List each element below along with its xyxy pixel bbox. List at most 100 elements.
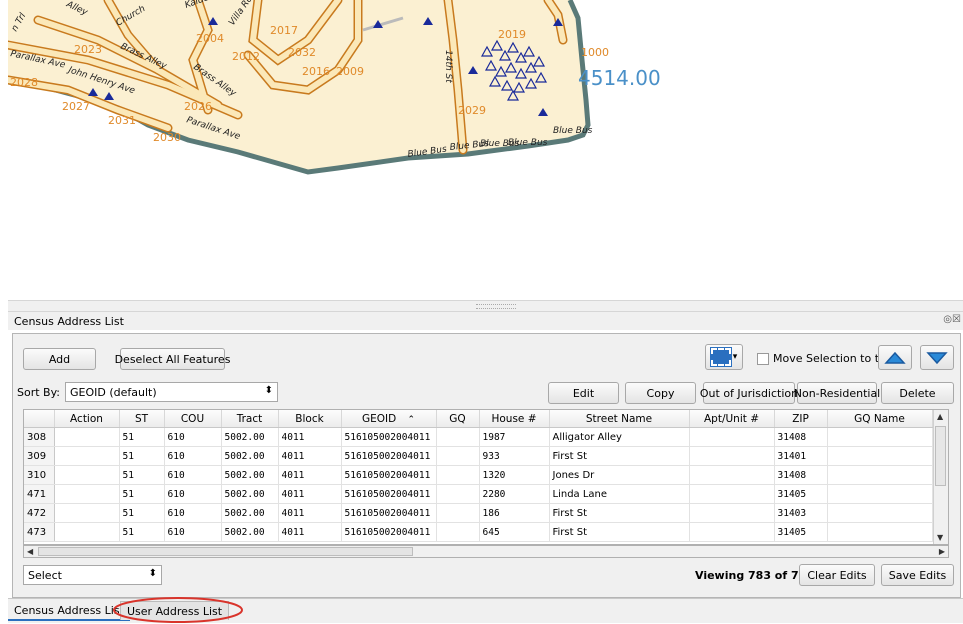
- table-cell[interactable]: 51: [119, 427, 165, 447]
- table-cell[interactable]: [827, 446, 933, 466]
- table-cell[interactable]: 610: [164, 522, 222, 542]
- tab-user-address-list[interactable]: User Address List: [120, 601, 230, 620]
- table-cell[interactable]: First St: [549, 522, 690, 542]
- corner-header[interactable]: [24, 410, 55, 428]
- table-cell[interactable]: [436, 503, 480, 523]
- delete-button[interactable]: Delete: [881, 382, 954, 404]
- table-cell[interactable]: 645: [479, 522, 550, 542]
- column-header[interactable]: Block: [278, 410, 342, 428]
- vertical-scroll-thumb[interactable]: [935, 426, 946, 486]
- table-cell[interactable]: 610: [164, 484, 222, 504]
- table-cell[interactable]: 4011: [278, 522, 342, 542]
- table-cell[interactable]: 516105002004011: [341, 427, 437, 447]
- table-cell[interactable]: [689, 427, 775, 447]
- horizontal-scrollbar[interactable]: ◀ ▶: [23, 545, 949, 558]
- table-cell[interactable]: 31405: [774, 484, 828, 504]
- tab-census-address-list[interactable]: Census Address List: [8, 601, 130, 621]
- table-cell[interactable]: [436, 465, 480, 485]
- selection-tool-button[interactable]: ▾: [705, 344, 743, 370]
- table-cell[interactable]: [827, 484, 933, 504]
- scroll-right-icon[interactable]: ▶: [939, 547, 945, 556]
- column-header[interactable]: Street Name: [549, 410, 690, 428]
- table-cell[interactable]: 5002.00: [221, 465, 279, 485]
- clear-edits-button[interactable]: Clear Edits: [799, 564, 875, 586]
- column-header[interactable]: ST: [119, 410, 165, 428]
- table-cell[interactable]: [827, 503, 933, 523]
- row-header[interactable]: 308: [24, 427, 55, 447]
- address-table[interactable]: Action ST COU Tract Block GEOID ⌃ GQ Hou…: [23, 409, 949, 545]
- table-row[interactable]: 308 51 610 5002.00 4011 516105002004011 1987 Al…: [24, 427, 933, 447]
- column-header[interactable]: Apt/Unit #: [689, 410, 775, 428]
- table-cell[interactable]: [689, 446, 775, 466]
- non-residential-button[interactable]: Non-Residential: [794, 382, 880, 404]
- table-cell[interactable]: 516105002004011: [341, 446, 437, 466]
- table-cell[interactable]: 31401: [774, 446, 828, 466]
- table-cell[interactable]: 4011: [278, 465, 342, 485]
- table-cell[interactable]: [689, 503, 775, 523]
- table-row[interactable]: 472 51 610 5002.00 4011 516105002004011 186 Fir…: [24, 503, 933, 523]
- table-cell[interactable]: [54, 465, 120, 485]
- table-cell[interactable]: 610: [164, 503, 222, 523]
- column-header[interactable]: ZIP: [774, 410, 828, 428]
- table-cell[interactable]: [54, 446, 120, 466]
- table-cell[interactable]: 4011: [278, 427, 342, 447]
- table-cell[interactable]: 610: [164, 427, 222, 447]
- table-cell[interactable]: Alligator Alley: [549, 427, 690, 447]
- table-cell[interactable]: 1320: [479, 465, 550, 485]
- table-cell[interactable]: [436, 446, 480, 466]
- column-header[interactable]: Action: [54, 410, 120, 428]
- table-cell[interactable]: 31408: [774, 427, 828, 447]
- table-cell[interactable]: 933: [479, 446, 550, 466]
- table-cell[interactable]: First St: [549, 446, 690, 466]
- table-cell[interactable]: [689, 465, 775, 485]
- add-button[interactable]: Add: [23, 348, 96, 370]
- table-cell[interactable]: [54, 427, 120, 447]
- table-cell[interactable]: 516105002004011: [341, 484, 437, 504]
- dock-float-close-icon[interactable]: ◎☒: [943, 314, 961, 325]
- table-cell[interactable]: 610: [164, 465, 222, 485]
- table-cell[interactable]: 5002.00: [221, 427, 279, 447]
- row-header[interactable]: 472: [24, 503, 55, 523]
- table-cell[interactable]: [827, 427, 933, 447]
- scroll-up-icon[interactable]: ▲: [937, 412, 943, 421]
- table-cell[interactable]: 4011: [278, 446, 342, 466]
- column-header-geoid[interactable]: GEOID ⌃: [341, 410, 437, 428]
- table-row[interactable]: 473 51 610 5002.00 4011 516105002004011 645 Fir…: [24, 522, 933, 542]
- column-header[interactable]: COU: [164, 410, 222, 428]
- table-cell[interactable]: 4011: [278, 503, 342, 523]
- column-header[interactable]: GQ: [436, 410, 480, 428]
- deselect-all-button[interactable]: Deselect All Features: [115, 348, 230, 370]
- vertical-scrollbar[interactable]: ▲ ▼: [933, 410, 948, 544]
- table-cell[interactable]: 186: [479, 503, 550, 523]
- map-canvas[interactable]: Alley Church Kaide Place Villa Road n Tr…: [8, 0, 963, 300]
- move-down-button[interactable]: [920, 345, 954, 370]
- table-cell[interactable]: [827, 465, 933, 485]
- select-dropdown[interactable]: Select ⬍: [23, 565, 162, 585]
- table-row[interactable]: 310 51 610 5002.00 4011 516105002004011 1320 Jo…: [24, 465, 933, 485]
- scroll-left-icon[interactable]: ◀: [27, 547, 33, 556]
- table-cell[interactable]: 51: [119, 446, 165, 466]
- table-cell[interactable]: [827, 522, 933, 542]
- table-cell[interactable]: 31403: [774, 503, 828, 523]
- horizontal-scroll-thumb[interactable]: [38, 547, 413, 556]
- copy-button[interactable]: Copy: [625, 382, 696, 404]
- table-cell[interactable]: 5002.00: [221, 446, 279, 466]
- table-cell[interactable]: 5002.00: [221, 484, 279, 504]
- table-cell[interactable]: 51: [119, 484, 165, 504]
- table-cell[interactable]: 5002.00: [221, 522, 279, 542]
- table-cell[interactable]: [54, 503, 120, 523]
- row-header[interactable]: 473: [24, 522, 55, 542]
- sort-by-select[interactable]: GEOID (default) ⬍: [65, 382, 278, 402]
- column-header[interactable]: GQ Name: [827, 410, 933, 428]
- table-cell[interactable]: 31405: [774, 522, 828, 542]
- table-cell[interactable]: 51: [119, 522, 165, 542]
- table-cell[interactable]: 51: [119, 465, 165, 485]
- table-cell[interactable]: Linda Lane: [549, 484, 690, 504]
- table-cell[interactable]: [689, 522, 775, 542]
- move-selection-checkbox[interactable]: [757, 353, 769, 365]
- table-cell[interactable]: 516105002004011: [341, 503, 437, 523]
- table-row[interactable]: 471 51 610 5002.00 4011 516105002004011 2280 Li…: [24, 484, 933, 504]
- table-cell[interactable]: Jones Dr: [549, 465, 690, 485]
- splitter-handle[interactable]: [8, 300, 963, 312]
- table-cell[interactable]: 516105002004011: [341, 522, 437, 542]
